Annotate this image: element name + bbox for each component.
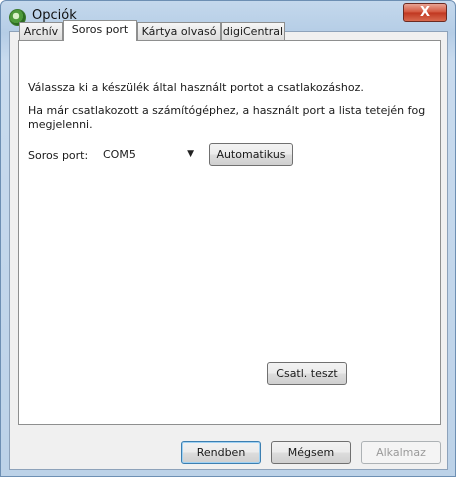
info-text-line1: Ha már csatlakozott a számítógéphez, a h…: [28, 104, 426, 117]
chevron-down-icon: ▼: [187, 149, 194, 159]
tab-soros-port[interactable]: Soros port: [63, 20, 137, 41]
auto-detect-button[interactable]: Automatikus: [209, 143, 293, 166]
connection-test-button[interactable]: Csatl. teszt: [267, 362, 347, 385]
port-label: Soros port:: [28, 149, 89, 162]
tab-kartya-olvaso[interactable]: Kártya olvasó: [137, 22, 221, 40]
options-dialog: Opciók X Archív Soros port Kártya olvasó…: [0, 0, 456, 477]
cancel-button[interactable]: Mégsem: [271, 441, 351, 464]
ok-button[interactable]: Rendben: [181, 441, 261, 464]
tab-panel-soros-port: [18, 40, 441, 425]
port-select-value: COM5: [103, 148, 136, 161]
tab-digicentral[interactable]: digiCentral: [221, 22, 285, 40]
port-select[interactable]: COM5 ▼: [96, 144, 201, 165]
info-text-line2: megjelenni.: [28, 118, 93, 131]
instruction-text: Válassza ki a készülék által használt po…: [28, 81, 364, 94]
tab-archiv[interactable]: Archív: [19, 22, 63, 40]
apply-button[interactable]: Alkalmaz: [361, 441, 441, 464]
close-button[interactable]: X: [403, 3, 447, 22]
